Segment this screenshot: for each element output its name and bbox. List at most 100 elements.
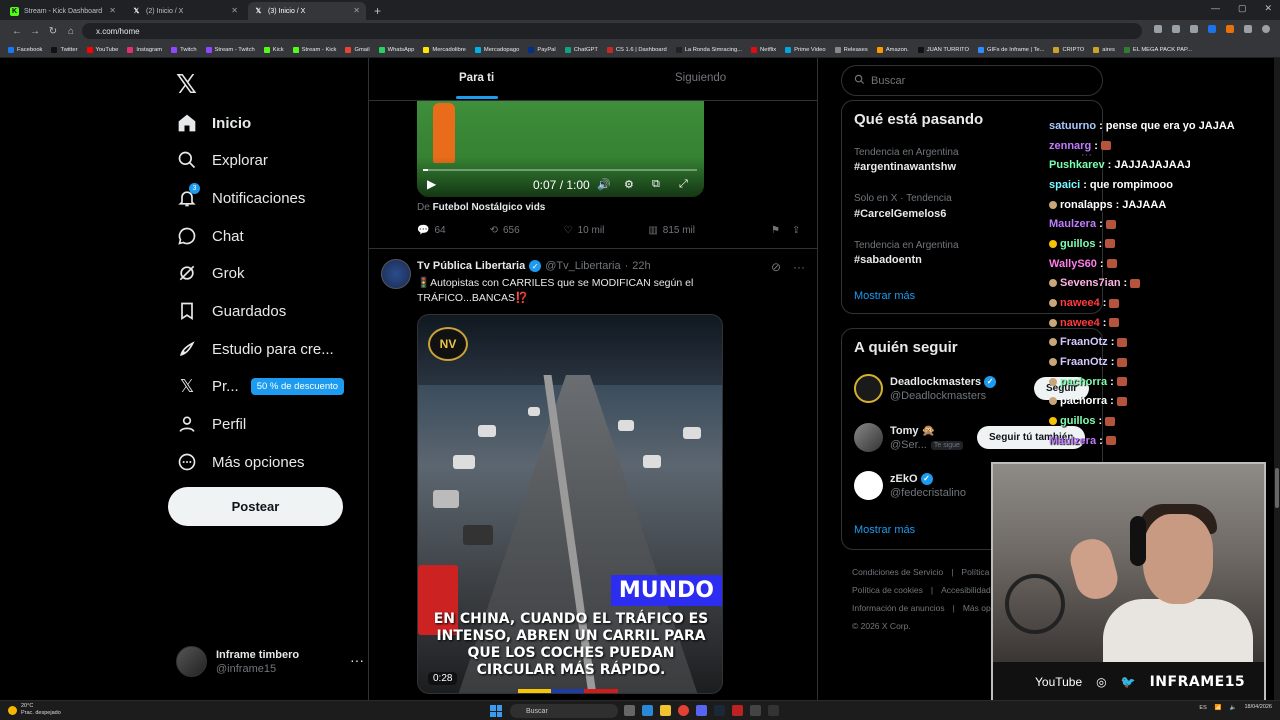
nav-item-guardados[interactable]: Guardados <box>176 296 286 326</box>
suggested-account[interactable]: Deadlockmasters ✓ @Deadlockmasters <box>854 374 997 403</box>
browser-tab-x-3[interactable]: 𝕏 (3) Inicio / X ✕ <box>248 2 366 20</box>
bookmark-item[interactable]: Stream - Kick <box>292 46 336 53</box>
settings-gear-icon[interactable]: ⚙ <box>624 178 634 191</box>
search-box[interactable] <box>841 65 1103 96</box>
bookmark-item[interactable]: Mercadopago <box>474 46 519 53</box>
bookmark-item[interactable]: GIFs de Inframe | Te... <box>978 46 1044 53</box>
close-icon[interactable]: ✕ <box>353 6 360 15</box>
reply-button[interactable]: 💬 64 <box>417 225 446 236</box>
windows-start-icon[interactable] <box>490 705 502 717</box>
grok-icon[interactable]: ⊘ <box>771 260 781 274</box>
bookmark-item[interactable]: aires <box>1093 46 1115 53</box>
play-icon[interactable]: ▶ <box>427 177 436 191</box>
browser-tab-kick[interactable]: K Stream - Kick Dashboard ✕ <box>4 2 122 20</box>
show-more-follow-link[interactable]: Mostrar más <box>854 524 915 536</box>
close-window-icon[interactable]: ✕ <box>1264 3 1272 14</box>
steam-icon[interactable] <box>714 705 725 716</box>
close-icon[interactable]: ✕ <box>109 6 116 15</box>
suggested-account[interactable]: Tomy 🙊 @Ser... Te sigue <box>854 423 963 452</box>
extension-icon[interactable] <box>1208 25 1216 33</box>
task-view-icon[interactable] <box>624 705 635 716</box>
tweet-video[interactable]: NV MUNDO EN CHINA, CUANDO EL TRÁFICO ES … <box>417 314 723 694</box>
cast-icon[interactable] <box>1172 25 1180 33</box>
repost-button[interactable]: ⟲ 656 <box>490 225 520 236</box>
footer-link[interactable]: Accesibilidad <box>941 585 991 595</box>
bookmark-item[interactable]: CRIPTO <box>1053 46 1084 53</box>
nav-item-inicio[interactable]: Inicio <box>176 108 251 138</box>
suggested-account[interactable]: zEkO ✓ @fedecristalino <box>854 471 966 500</box>
like-button[interactable]: ♡ 10 mil <box>564 225 605 236</box>
bookmark-item[interactable]: Twitch <box>171 46 197 53</box>
tweet-time[interactable]: 22h <box>632 260 650 272</box>
nav-item-notificaciones[interactable]: 3 Notificaciones <box>176 183 305 213</box>
more-dots-icon[interactable]: ··· <box>350 652 364 668</box>
footer-link[interactable]: Más op <box>963 603 991 613</box>
source-link[interactable]: Futebol Nostálgico vids <box>433 202 546 213</box>
footer-link[interactable]: Información de anuncios <box>852 603 945 613</box>
bookmark-item[interactable]: Facebook <box>8 46 42 53</box>
nav-item-chat[interactable]: Chat <box>176 221 244 251</box>
author-name[interactable]: Tv Pública Libertaria <box>417 260 525 272</box>
footer-link[interactable]: Condiciones de Servicio <box>852 567 943 577</box>
volume-icon[interactable]: 🔊 <box>597 178 611 191</box>
nav-item-premium[interactable]: 𝕏 Pr... 50 % de descuento <box>176 371 345 401</box>
nav-item-mas-opciones[interactable]: Más opciones <box>176 447 305 477</box>
bookmark-item[interactable]: Gmail <box>345 46 370 53</box>
volume-icon[interactable]: 🔈 <box>1230 705 1237 711</box>
address-bar[interactable]: x.com/home <box>82 23 1142 39</box>
bookmark-item[interactable]: YouTube <box>86 46 118 53</box>
bookmark-item[interactable]: EL MEGA PACK PAP... <box>1123 46 1192 53</box>
taskbar-search[interactable]: Buscar <box>510 704 618 718</box>
more-dots-icon[interactable]: ··· <box>793 260 805 274</box>
post-button[interactable]: Postear <box>168 487 343 526</box>
nav-item-grok[interactable]: Grok <box>176 258 245 288</box>
tab-siguiendo[interactable]: Siguiendo <box>675 72 726 84</box>
bookmark-item[interactable]: Mercadolibre <box>423 46 466 53</box>
chrome-icon[interactable] <box>678 705 689 716</box>
reload-icon[interactable]: ↻ <box>44 26 62 37</box>
bookmark-item[interactable]: WhatsApp <box>378 46 414 53</box>
bookmark-item[interactable]: ChatGPT <box>564 46 598 53</box>
forward-icon[interactable]: → <box>26 26 44 37</box>
app-icon[interactable] <box>750 705 761 716</box>
avatar[interactable] <box>381 259 411 289</box>
bookmark-item[interactable]: Kick <box>263 46 284 53</box>
search-input[interactable] <box>871 74 1071 87</box>
zoom-icon[interactable] <box>1154 25 1162 33</box>
footer-link[interactable]: Política de cookies <box>852 585 923 595</box>
close-icon[interactable]: ✕ <box>231 6 238 15</box>
weather-widget[interactable]: 20°C Prac. despejado <box>8 703 61 717</box>
app-icon[interactable] <box>732 705 743 716</box>
discord-icon[interactable] <box>696 705 707 716</box>
bookmark-item[interactable]: PayPal <box>528 46 556 53</box>
minimize-icon[interactable]: — <box>1211 3 1220 14</box>
bookmark-item[interactable]: Netflix <box>751 46 776 53</box>
nav-item-explorar[interactable]: Explorar <box>176 145 268 175</box>
file-explorer-icon[interactable] <box>660 705 671 716</box>
clock[interactable]: 18/04/2026 <box>1244 704 1272 711</box>
extension-icon[interactable] <box>1244 25 1252 33</box>
tab-para-ti[interactable]: Para ti <box>459 72 494 84</box>
footer-link[interactable]: Política <box>961 567 989 577</box>
author-handle[interactable]: @Tv_Libertaria <box>545 260 620 272</box>
wifi-icon[interactable]: 📶 <box>1215 705 1222 711</box>
new-tab-button[interactable]: + <box>374 2 381 20</box>
bookmark-item[interactable]: Instagram <box>127 46 162 53</box>
bookmark-item[interactable]: CS 1.6 | Dashboard <box>606 46 667 53</box>
account-switcher[interactable]: Inframe timbero @inframe15 ··· <box>176 646 364 677</box>
bookmark-item[interactable]: Prime Video <box>785 46 826 53</box>
picture-in-picture-icon[interactable]: ⧉ <box>652 178 660 191</box>
views-button[interactable]: ▥ 815 mil <box>648 225 695 236</box>
x-logo-icon[interactable]: 𝕏 <box>176 70 197 100</box>
extension-icon[interactable] <box>1226 25 1234 33</box>
back-icon[interactable]: ← <box>8 26 26 37</box>
nav-item-perfil[interactable]: Perfil <box>176 409 246 439</box>
profile-icon[interactable] <box>1262 25 1270 33</box>
show-more-trends-link[interactable]: Mostrar más <box>854 290 915 302</box>
bookmark-icon[interactable]: ⚑ <box>771 225 780 236</box>
widgets-icon[interactable] <box>642 705 653 716</box>
bookmark-item[interactable]: Stream - Twitch <box>205 46 255 53</box>
star-icon[interactable] <box>1190 25 1198 33</box>
bookmark-item[interactable]: La Ronda Simracing... <box>675 46 742 53</box>
nav-item-estudio[interactable]: Estudio para cre... <box>176 334 334 364</box>
